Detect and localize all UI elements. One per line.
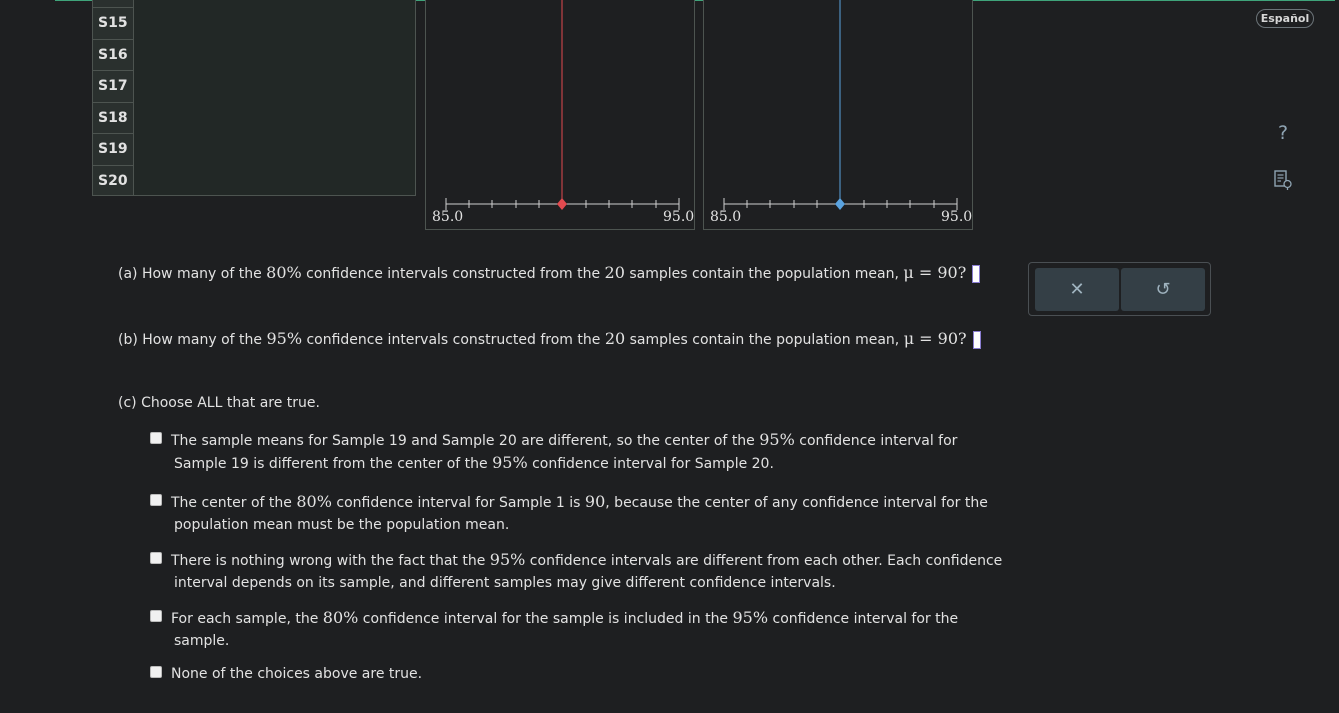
choice-text: There is nothing wrong with the fact tha…	[171, 553, 490, 569]
choice-label: None of the choices above are true.	[171, 663, 1030, 685]
choice-text: None of the choices above are true.	[171, 666, 423, 682]
question-b: (b) How many of the 95% confidence inter…	[118, 329, 981, 349]
answer-b-input[interactable]	[972, 331, 981, 349]
choice-text: confidence interval for Sample 20.	[527, 456, 774, 472]
mean-marker	[557, 198, 567, 210]
choice-number: 90	[584, 492, 606, 511]
sample-label: S18	[93, 102, 133, 133]
sample-label: S19	[93, 133, 133, 164]
choice-number: 80%	[296, 492, 332, 511]
choice-4[interactable]: For each sample, the 80% confidence inte…	[150, 607, 1030, 652]
choice-checkbox[interactable]	[150, 610, 162, 622]
ci-80-svg	[445, 0, 680, 210]
choice-5[interactable]: None of the choices above are true.	[150, 663, 1030, 685]
choice-label: The center of the 80% confidence interva…	[171, 491, 1030, 536]
notes-icon-svg	[1274, 170, 1292, 190]
choice-1[interactable]: The sample means for Sample 19 and Sampl…	[150, 429, 1030, 475]
question-a: (a) How many of the 80% confidence inter…	[118, 263, 981, 283]
question-text: samples contain the population mean,	[624, 266, 904, 282]
notes-icon[interactable]	[1272, 169, 1294, 191]
sample-label: S16	[93, 39, 133, 70]
choice-text: confidence interval for	[794, 433, 958, 449]
ci-95-svg	[723, 0, 958, 210]
question-text: (b) How many of the	[118, 332, 267, 348]
choice-2[interactable]: The center of the 80% confidence interva…	[150, 491, 1030, 536]
sample-label: S20	[93, 165, 133, 196]
undo-button[interactable]: ↺	[1121, 268, 1205, 311]
language-button[interactable]: Español	[1256, 9, 1314, 28]
choice-text: The sample means for Sample 19 and Sampl…	[171, 433, 760, 449]
undo-icon: ↺	[1155, 279, 1171, 300]
axis-min-label: 85.0	[432, 209, 464, 225]
choice-label: The sample means for Sample 19 and Sampl…	[171, 429, 1030, 475]
help-icon[interactable]: ?	[1272, 122, 1294, 144]
choice-number: 95%	[489, 550, 526, 569]
confidence-level: 95%	[266, 329, 303, 348]
choice-3[interactable]: There is nothing wrong with the fact tha…	[150, 549, 1030, 594]
choice-label: There is nothing wrong with the fact tha…	[171, 549, 1030, 594]
choice-text: The center of the	[171, 495, 297, 511]
choice-text: For each sample, the	[171, 611, 323, 627]
choice-number: 95%	[759, 430, 795, 449]
population-mean: μ = 90?	[903, 263, 967, 282]
sample-count: 20	[604, 329, 626, 348]
ci-95-plot: 85.0 95.0	[703, 0, 973, 230]
choice-number: 95%	[492, 453, 528, 472]
choice-text: confidence interval for the sample is in…	[358, 611, 733, 627]
mean-marker	[835, 198, 845, 210]
choice-text: Sample 19 is different from the center o…	[174, 456, 493, 472]
answer-a-input[interactable]	[972, 265, 981, 283]
clear-button[interactable]: ✕	[1035, 268, 1119, 311]
question-text: confidence intervals constructed from th…	[301, 266, 605, 282]
confidence-level: 80%	[266, 263, 302, 282]
choice-text: population mean must be the population m…	[174, 517, 510, 533]
choice-checkbox[interactable]	[150, 432, 162, 444]
question-text: samples contain the population mean,	[625, 332, 904, 348]
sample-label: S17	[93, 70, 133, 101]
choice-number: 80%	[322, 608, 359, 627]
choice-text: confidence interval for the	[768, 611, 959, 627]
choice-text: sample.	[174, 633, 230, 649]
axis-min-label: 85.0	[710, 209, 742, 225]
choice-label: For each sample, the 80% confidence inte…	[171, 607, 1030, 652]
axis-max-label: 95.0	[663, 209, 695, 225]
sample-table: S15 S16 S17 S18 S19 S20	[92, 0, 416, 196]
choice-text: , because the center of any confidence i…	[605, 495, 988, 511]
choice-text: interval depends on its sample, and diff…	[174, 575, 836, 591]
ci-80-plot: 85.0 95.0	[425, 0, 695, 230]
sample-count: 20	[604, 263, 625, 282]
choice-text: confidence intervals are different from …	[525, 553, 1003, 569]
choice-text: confidence interval for Sample 1 is	[331, 495, 585, 511]
close-icon: ✕	[1069, 279, 1085, 300]
question-text: (a) How many of the	[118, 266, 267, 282]
sample-label: S15	[93, 7, 133, 38]
choice-checkbox[interactable]	[150, 666, 162, 678]
answer-keypad: ✕ ↺	[1028, 262, 1211, 316]
choice-number: 95%	[732, 608, 769, 627]
choice-checkbox[interactable]	[150, 494, 162, 506]
population-mean: μ = 90?	[903, 329, 967, 348]
axis-max-label: 95.0	[941, 209, 973, 225]
question-text: confidence intervals constructed from th…	[302, 332, 605, 348]
question-c-title: (c) Choose ALL that are true.	[118, 395, 320, 411]
choice-checkbox[interactable]	[150, 552, 162, 564]
